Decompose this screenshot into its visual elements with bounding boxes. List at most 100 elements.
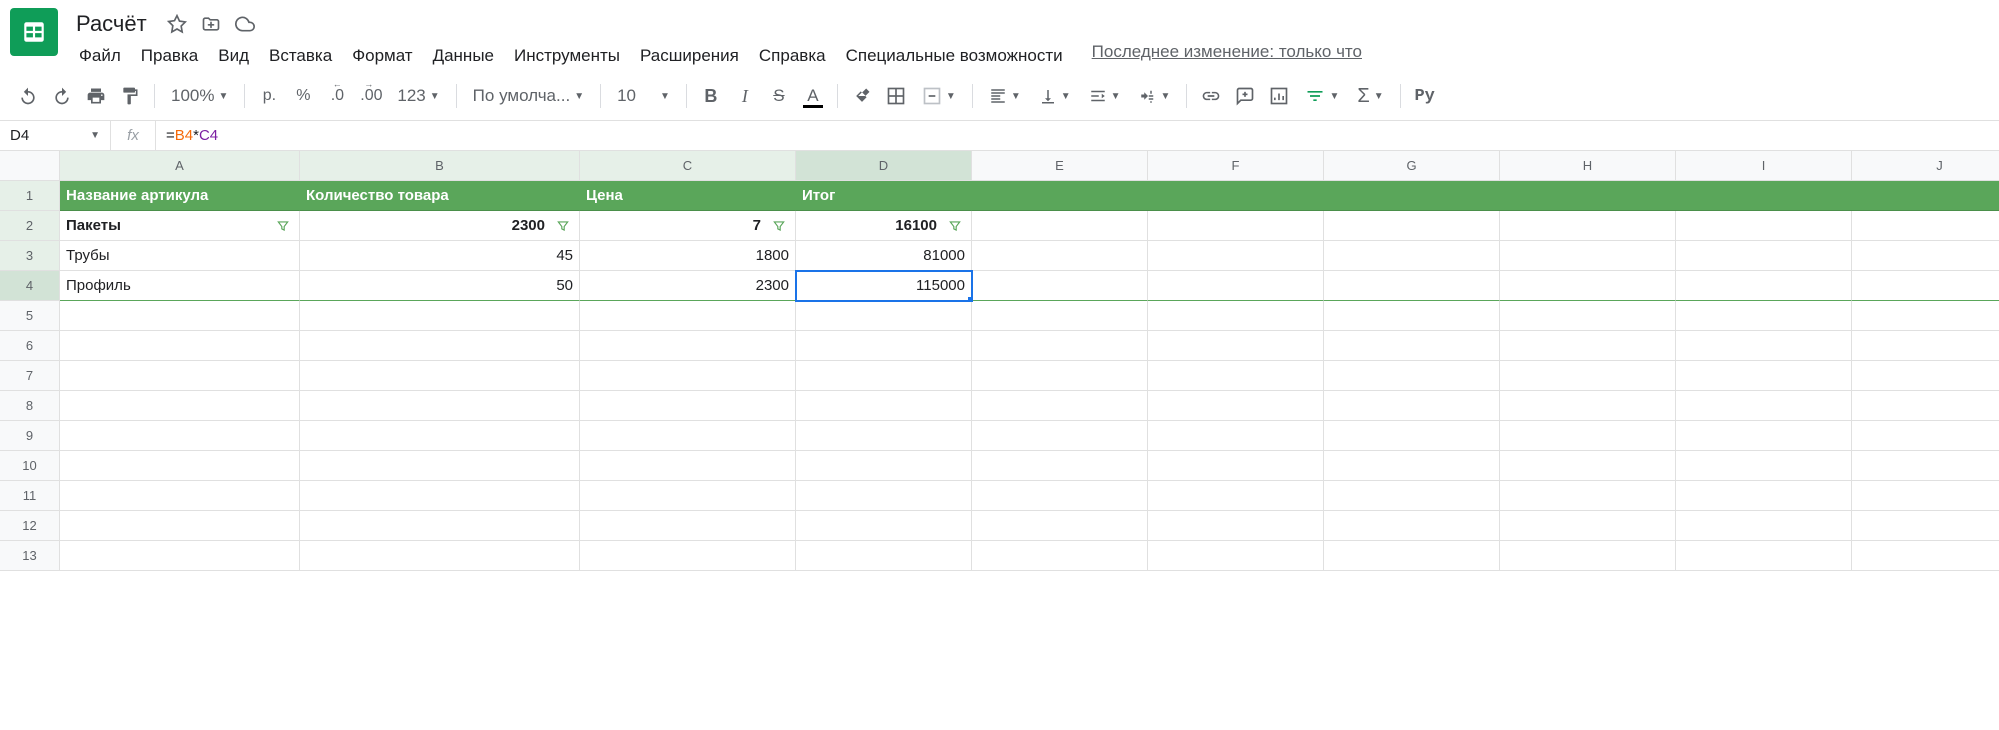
document-title[interactable]: Расчёт [70, 9, 153, 39]
cell[interactable] [972, 391, 1148, 421]
menu-format[interactable]: Формат [343, 42, 421, 70]
row-header[interactable]: 1 [0, 181, 60, 211]
cell[interactable] [1148, 481, 1324, 511]
text-rotation-dropdown[interactable]: ▼ [1131, 80, 1179, 112]
cell[interactable] [1324, 391, 1500, 421]
column-header[interactable]: H [1500, 151, 1676, 181]
insert-link-button[interactable] [1195, 80, 1227, 112]
column-header[interactable]: I [1676, 151, 1852, 181]
number-format-dropdown[interactable]: 123▼ [389, 80, 447, 112]
cell[interactable] [300, 451, 580, 481]
column-header[interactable]: D [796, 151, 972, 181]
cell[interactable] [1148, 421, 1324, 451]
cell[interactable] [1324, 361, 1500, 391]
cell[interactable] [1324, 271, 1500, 301]
zoom-dropdown[interactable]: 100%▼ [163, 80, 236, 112]
increase-decimal-button[interactable]: .00→ [355, 80, 387, 112]
cell[interactable] [1324, 511, 1500, 541]
cell[interactable] [972, 421, 1148, 451]
cell[interactable] [972, 211, 1148, 241]
cell[interactable] [580, 301, 796, 331]
menu-edit[interactable]: Правка [132, 42, 207, 70]
menu-data[interactable]: Данные [424, 42, 503, 70]
cell[interactable] [60, 541, 300, 571]
cell[interactable] [580, 451, 796, 481]
cell[interactable]: 2300 [580, 271, 796, 301]
cell[interactable] [1852, 331, 1999, 361]
cell[interactable] [60, 331, 300, 361]
cell[interactable] [1324, 301, 1500, 331]
cell[interactable] [300, 481, 580, 511]
row-header[interactable]: 13 [0, 541, 60, 571]
cloud-status-icon[interactable] [235, 14, 255, 34]
row-header[interactable]: 5 [0, 301, 60, 331]
row-header[interactable]: 9 [0, 421, 60, 451]
cell[interactable] [1148, 301, 1324, 331]
cell[interactable] [60, 451, 300, 481]
cell[interactable] [1852, 211, 1999, 241]
text-color-button[interactable]: A [797, 80, 829, 112]
strikethrough-button[interactable]: S [763, 80, 795, 112]
menu-extensions[interactable]: Расширения [631, 42, 748, 70]
column-header[interactable]: B [300, 151, 580, 181]
text-wrap-dropdown[interactable]: ▼ [1081, 80, 1129, 112]
cell[interactable] [1852, 241, 1999, 271]
cell[interactable] [1852, 361, 1999, 391]
filter-button[interactable]: ▼ [1297, 80, 1347, 112]
insert-chart-button[interactable] [1263, 80, 1295, 112]
cell[interactable] [1500, 241, 1676, 271]
cell[interactable] [1500, 451, 1676, 481]
cell[interactable]: 45 [300, 241, 580, 271]
cell[interactable] [1324, 331, 1500, 361]
cell[interactable]: 2300 [300, 211, 580, 241]
cell[interactable] [60, 361, 300, 391]
cell[interactable] [1500, 331, 1676, 361]
row-header[interactable]: 4 [0, 271, 60, 301]
cell[interactable]: Трубы [60, 241, 300, 271]
cell[interactable]: 50 [300, 271, 580, 301]
cell[interactable] [796, 301, 972, 331]
fill-color-button[interactable] [846, 80, 878, 112]
cell[interactable]: 16100 [796, 211, 972, 241]
merge-cells-dropdown[interactable]: ▼ [914, 80, 964, 112]
cell[interactable] [1676, 211, 1852, 241]
cell[interactable] [1852, 451, 1999, 481]
cell[interactable] [1676, 301, 1852, 331]
filter-icon[interactable] [553, 216, 573, 236]
horizontal-align-dropdown[interactable]: ▼ [981, 80, 1029, 112]
header-cell[interactable] [972, 181, 1999, 211]
cell[interactable] [1324, 421, 1500, 451]
functions-dropdown[interactable]: Σ▼ [1349, 80, 1391, 112]
cell[interactable] [796, 451, 972, 481]
cell[interactable] [580, 391, 796, 421]
cell[interactable] [1676, 391, 1852, 421]
cell[interactable] [1500, 391, 1676, 421]
decrease-decimal-button[interactable]: .0← [321, 80, 353, 112]
selected-cell[interactable]: 115000 [796, 271, 972, 301]
cell[interactable] [300, 391, 580, 421]
row-header[interactable]: 2 [0, 211, 60, 241]
cell[interactable]: 1800 [580, 241, 796, 271]
cell[interactable] [972, 451, 1148, 481]
cell[interactable] [1676, 511, 1852, 541]
cell[interactable] [580, 511, 796, 541]
cell[interactable] [972, 361, 1148, 391]
cell[interactable] [796, 481, 972, 511]
cell[interactable] [1324, 541, 1500, 571]
vertical-align-dropdown[interactable]: ▼ [1031, 80, 1079, 112]
cell[interactable] [1500, 301, 1676, 331]
cell[interactable] [972, 511, 1148, 541]
formula-input[interactable]: =B4*C4 [156, 127, 1999, 144]
cell[interactable] [972, 331, 1148, 361]
menu-accessibility[interactable]: Специальные возможности [837, 42, 1072, 70]
cell[interactable] [1852, 391, 1999, 421]
print-button[interactable] [80, 80, 112, 112]
column-header[interactable]: J [1852, 151, 1999, 181]
cell[interactable] [1676, 421, 1852, 451]
cell[interactable] [1148, 361, 1324, 391]
cell[interactable] [796, 421, 972, 451]
cell[interactable] [1676, 241, 1852, 271]
cell[interactable] [1500, 511, 1676, 541]
header-cell[interactable]: Количество товара [300, 181, 580, 211]
cell[interactable] [1852, 511, 1999, 541]
